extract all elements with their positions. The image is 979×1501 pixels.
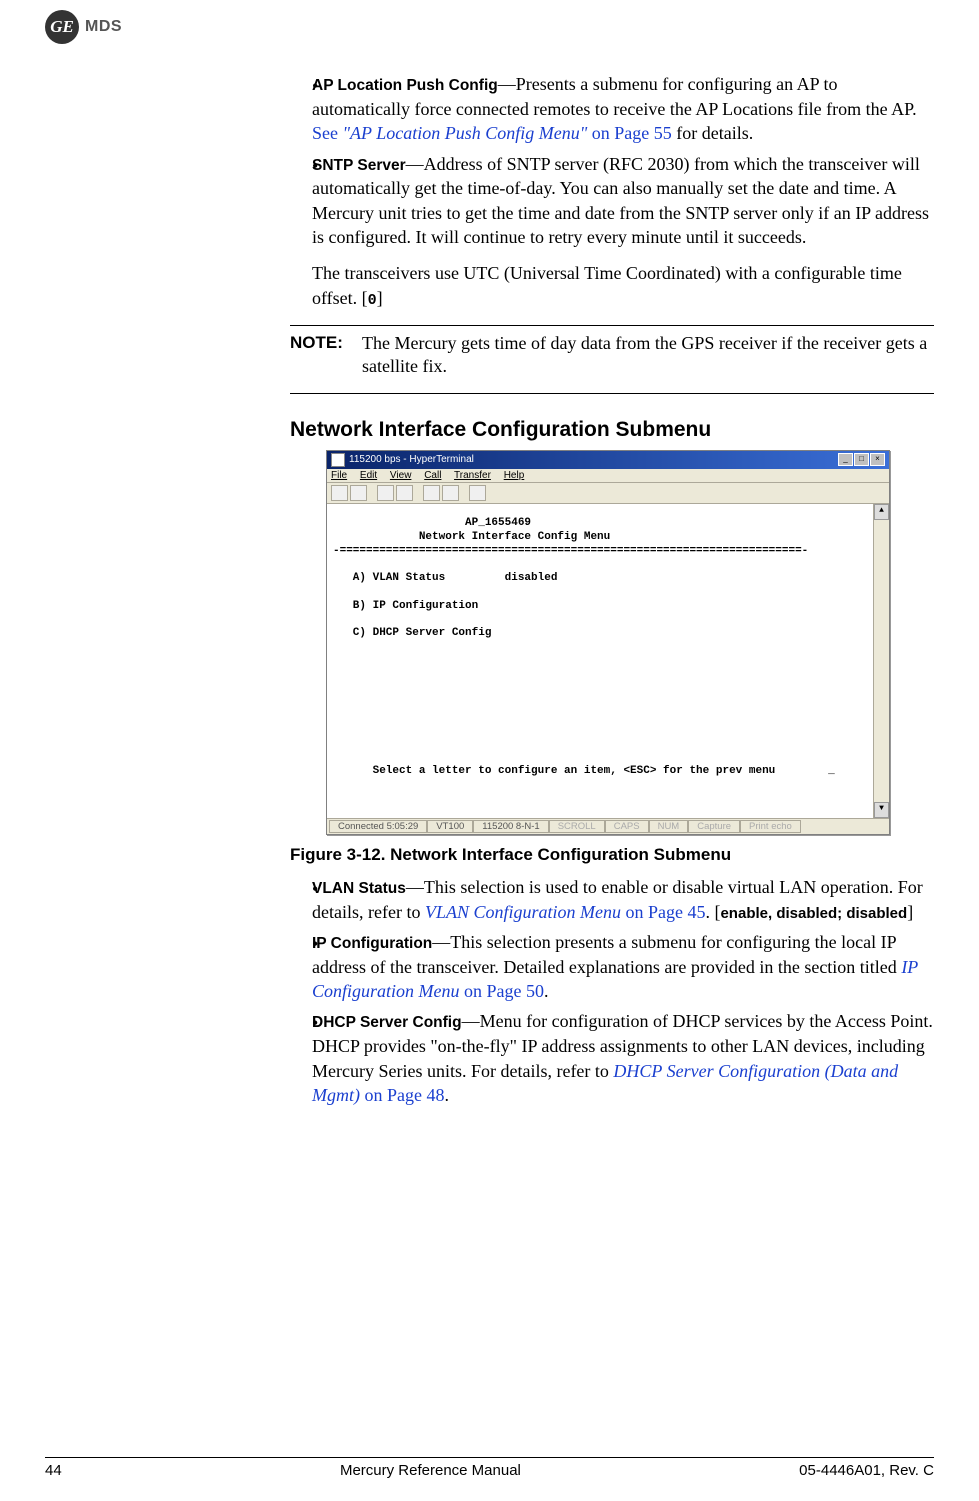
status-num: NUM (649, 820, 689, 833)
link-ap-location-push[interactable]: See "AP Location Push Config Menu" on Pa… (312, 123, 672, 143)
window-titlebar: 115200 bps - HyperTerminal _ □ × (327, 451, 889, 469)
mds-text: MDS (85, 18, 122, 36)
toolbar-button-4[interactable] (396, 485, 413, 501)
status-connected: Connected 5:05:29 (329, 820, 427, 833)
after-link-0: for details. (672, 123, 753, 143)
toolbar-button-6[interactable] (442, 485, 459, 501)
status-emulation: VT100 (427, 820, 473, 833)
bullet-ap-location: AP Location Push Config—Presents a subme… (312, 72, 934, 146)
sntp-extra: The transceivers use UTC (Universal Time… (312, 261, 934, 311)
statusbar: Connected 5:05:29 VT100 115200 8-N-1 SCR… (327, 818, 889, 834)
status-settings: 115200 8-N-1 (473, 820, 548, 833)
brand-logo: GE MDS (45, 10, 934, 44)
note-rule-bottom (290, 393, 934, 394)
menu-edit[interactable]: Edit (360, 470, 377, 481)
status-caps: CAPS (605, 820, 649, 833)
terminal-content: AP_1655469 Network Interface Config Menu… (327, 504, 873, 818)
window-title: 115200 bps - HyperTerminal (349, 454, 474, 465)
toolbar-button-3[interactable] (377, 485, 394, 501)
note-rule-top (290, 325, 934, 326)
status-scroll: SCROLL (549, 820, 605, 833)
figure-caption: Figure 3-12. Network Interface Configura… (290, 845, 934, 865)
section-title: Network Interface Configuration Submenu (290, 418, 934, 442)
scroll-up[interactable]: ▲ (874, 504, 889, 520)
toolbar-button-2[interactable] (350, 485, 367, 501)
scroll-down[interactable]: ▼ (874, 802, 889, 818)
maximize-button[interactable]: □ (854, 453, 869, 466)
link-vlan-config[interactable]: VLAN Configuration Menu on Page 45 (425, 902, 706, 922)
note-text: The Mercury gets time of day data from t… (362, 332, 934, 379)
menu-file[interactable]: File (331, 470, 347, 481)
minimize-button[interactable]: _ (838, 453, 853, 466)
bullet-dhcp-config: DHCP Server Config—Menu for configuratio… (312, 1009, 934, 1107)
term-ap-location: AP Location Push Config (312, 77, 498, 94)
menu-help[interactable]: Help (504, 470, 525, 481)
bullet-vlan-status: VLAN Status—This selection is used to en… (312, 875, 934, 924)
app-icon (331, 453, 345, 467)
hyperterminal-window: 115200 bps - HyperTerminal _ □ × File Ed… (326, 450, 890, 835)
menu-view[interactable]: View (390, 470, 412, 481)
menu-call[interactable]: Call (424, 470, 441, 481)
term-sntp: SNTP Server (312, 157, 406, 174)
scrollbar[interactable]: ▲ ▼ (873, 504, 889, 818)
status-echo: Print echo (740, 820, 801, 833)
bullet-ip-config: IP Configuration—This selection presents… (312, 930, 934, 1004)
status-capture: Capture (688, 820, 740, 833)
ge-icon: GE (45, 10, 79, 44)
toolbar-button-1[interactable] (331, 485, 348, 501)
menu-transfer[interactable]: Transfer (454, 470, 491, 481)
term-ip-config: IP Configuration (312, 935, 432, 952)
menubar: File Edit View Call Transfer Help (327, 469, 889, 483)
toolbar-button-5[interactable] (423, 485, 440, 501)
toolbar-button-7[interactable] (469, 485, 486, 501)
footer-right: 05-4446A01, Rev. C (799, 1462, 934, 1479)
bullet-sntp: SNTP Server—Address of SNTP server (RFC … (312, 152, 934, 311)
note-block: NOTE: The Mercury gets time of day data … (290, 332, 934, 379)
footer-page: 44 (45, 1462, 62, 1479)
toolbar (327, 483, 889, 504)
footer-center: Mercury Reference Manual (340, 1462, 521, 1479)
close-button[interactable]: × (870, 453, 885, 466)
note-label: NOTE: (290, 332, 362, 379)
term-vlan-status: VLAN Status (312, 880, 406, 897)
term-dhcp-config: DHCP Server Config (312, 1014, 462, 1031)
page-footer: 44 Mercury Reference Manual 05-4446A01, … (45, 1457, 934, 1479)
